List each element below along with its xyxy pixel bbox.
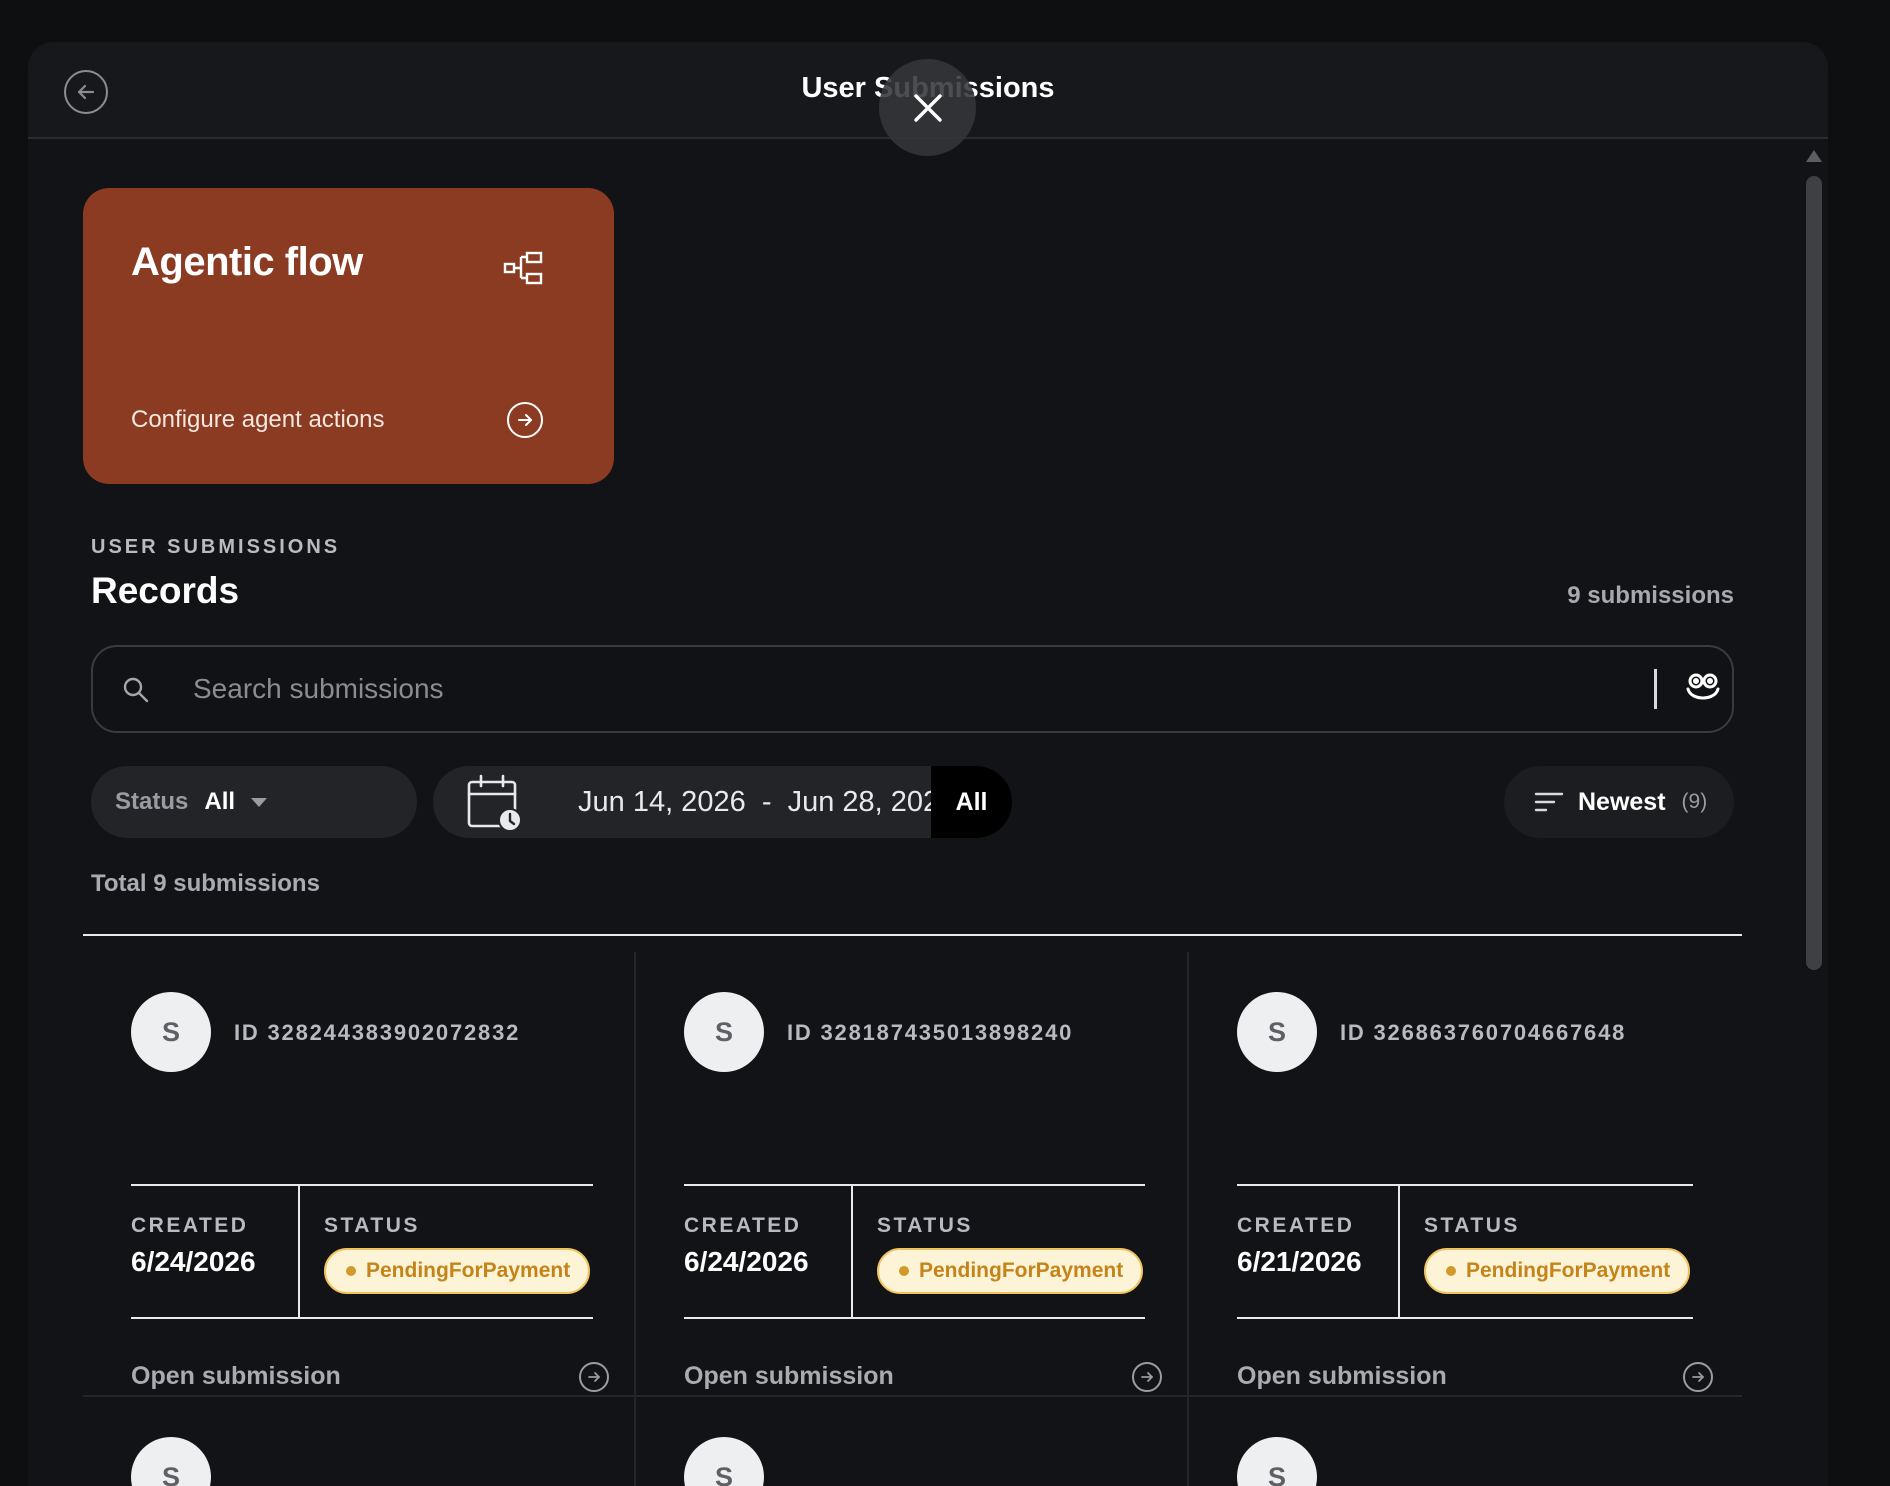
arrow-right-circle-icon [518,414,532,426]
date-range-picker[interactable]: Jun 14, 2026 - Jun 28, 2026 [433,766,955,838]
scroll-up-arrow-icon[interactable] [1806,150,1822,162]
submissions-panel: User Submissions Agentic flow Configure … [28,42,1828,1486]
total-submissions-label: Total 9 submissions [91,870,320,897]
chevron-down-icon [251,797,268,807]
status-label: STATUS [324,1214,420,1237]
scrollbar-thumb[interactable] [1806,176,1822,970]
created-label: CREATED [131,1214,249,1237]
sort-count: (9) [1681,790,1708,813]
created-date: 6/24/2026 [684,1246,809,1277]
status-label: STATUS [877,1214,973,1237]
flow-diagram-icon [503,251,543,285]
search-input[interactable] [193,663,1493,715]
scrollbar[interactable] [1804,150,1824,1486]
submission-count: 9 submissions [1567,582,1734,609]
created-label: CREATED [1237,1214,1355,1237]
date-range-text: Jun 14, 2026 - Jun 28, 2026 [578,786,956,818]
search-icon [123,677,149,703]
status-badge: PendingForPayment [324,1248,591,1294]
arrow-right-circle-icon [588,1372,600,1382]
section-eyebrow: USER SUBMISSIONS [91,536,341,558]
created-date: 6/21/2026 [1237,1246,1362,1277]
submission-meta: CREATED 6/24/2026 STATUS PendingForPayme… [684,1184,1145,1319]
avatar: S [131,992,211,1072]
arrow-right-circle-icon [1692,1372,1704,1382]
sort-label: Newest [1578,787,1666,816]
avatar: S [131,1437,211,1486]
submission-id: ID 326863760704667648 [1340,1020,1627,1045]
sort-button[interactable]: Newest (9) [1504,766,1734,838]
calendar-clock-icon [467,774,522,832]
agent-card-subtitle: Configure agent actions [131,406,385,433]
submission-grid: S ID 328244383902072832 CREATED 6/24/202… [83,952,1742,1486]
status-filter[interactable]: Status All [91,766,417,838]
submission-meta: CREATED 6/24/2026 STATUS PendingForPayme… [131,1184,593,1319]
open-submission-button[interactable] [1683,1362,1713,1392]
agent-card-title: Agentic flow [131,240,363,284]
open-submission-link[interactable]: Open submission [1237,1362,1447,1391]
arrow-right-circle-icon [1141,1372,1153,1382]
submission-card: S [83,1397,636,1486]
submission-card: S [1189,1397,1742,1486]
open-submission-link[interactable]: Open submission [131,1362,341,1391]
created-label: CREATED [684,1214,802,1237]
status-filter-value: All [204,788,236,815]
assistant-face-icon[interactable] [1683,669,1723,709]
search-bar [91,645,1734,733]
status-badge: PendingForPayment [1424,1248,1691,1294]
submission-card: S ID 328244383902072832 CREATED 6/24/202… [83,952,636,1397]
submission-card: S ID 326863760704667648 CREATED 6/21/202… [1189,952,1742,1397]
agent-card-open-button[interactable] [507,402,543,438]
created-date: 6/24/2026 [131,1246,256,1277]
avatar: S [684,992,764,1072]
status-badge: PendingForPayment [877,1248,1144,1294]
avatar: S [1237,1437,1317,1486]
status-filter-label: Status [115,788,189,815]
open-submission-button[interactable] [579,1362,609,1392]
submission-card: S [636,1397,1189,1486]
close-icon [913,93,942,122]
submission-card: S ID 328187435013898240 CREATED 6/24/202… [636,952,1189,1397]
close-button[interactable] [879,59,976,156]
avatar: S [1237,992,1317,1072]
avatar: S [684,1437,764,1486]
divider [83,934,1742,936]
submission-meta: CREATED 6/21/2026 STATUS PendingForPayme… [1237,1184,1693,1319]
section-title: Records [91,570,240,611]
status-label: STATUS [1424,1214,1520,1237]
sort-lines-icon [1534,792,1564,812]
open-submission-button[interactable] [1132,1362,1162,1392]
submission-id: ID 328187435013898240 [787,1020,1074,1045]
date-preset-all-button[interactable]: All [931,766,1012,838]
submission-id: ID 328244383902072832 [234,1020,521,1045]
search-divider [1654,669,1657,709]
open-submission-link[interactable]: Open submission [684,1362,894,1391]
agentic-flow-card[interactable]: Agentic flow Configure agent actions [83,188,614,484]
